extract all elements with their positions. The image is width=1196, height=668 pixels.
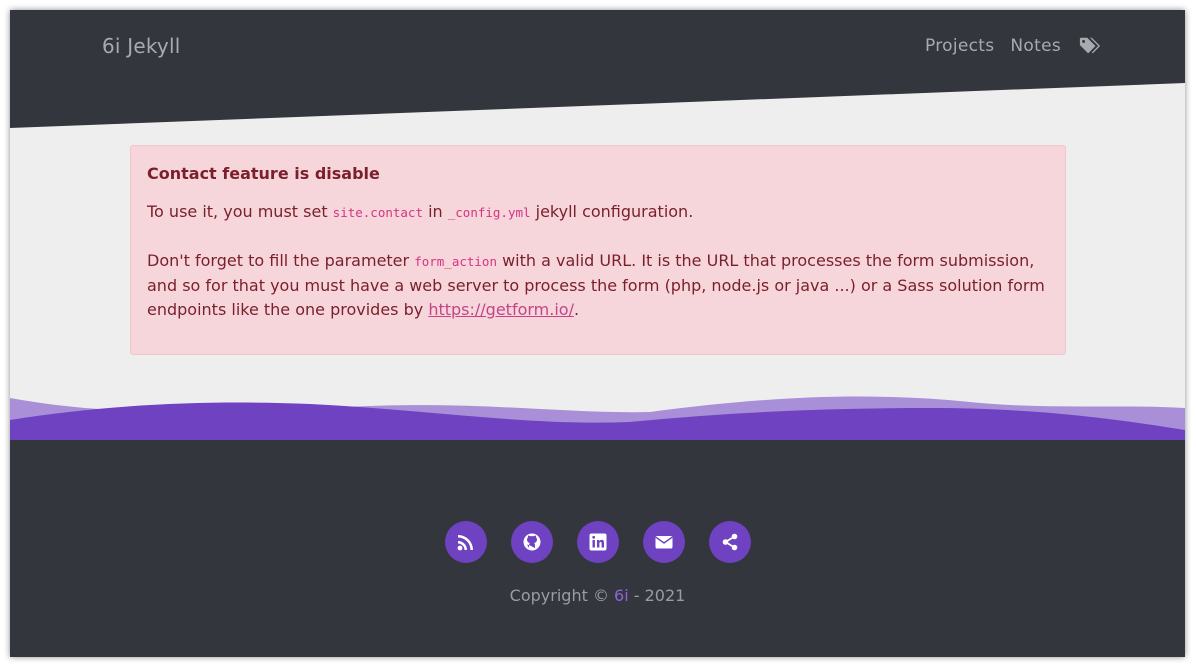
github-icon — [523, 533, 540, 551]
nav-link-notes[interactable]: Notes — [1010, 36, 1061, 56]
copyright-suffix: - 2021 — [628, 586, 686, 605]
rss-button[interactable] — [444, 521, 487, 563]
code-config-yml: _config.yml — [447, 205, 531, 220]
copyright-prefix: Copyright © — [509, 586, 615, 605]
site-brand[interactable]: 6i Jekyll — [102, 34, 180, 58]
alert-text: To use it, you must set — [147, 202, 333, 221]
rss-icon — [457, 535, 473, 551]
alert-text: jekyll configuration. — [530, 202, 694, 221]
email-button[interactable] — [642, 521, 685, 563]
contact-disabled-alert: Contact feature is disable To use it, yo… — [130, 145, 1066, 355]
main-nav: Projects Notes — [925, 36, 1101, 56]
header-background — [10, 10, 1185, 128]
code-form-action: form_action — [414, 254, 497, 269]
share-button[interactable] — [708, 521, 751, 563]
linkedin-icon — [589, 533, 606, 551]
code-site-contact: site.contact — [332, 205, 423, 220]
site-footer: Copyright © 6i - 2021 — [10, 440, 1185, 657]
alert-paragraph-form-action: Don't forget to fill the parameter form_… — [147, 249, 1049, 322]
tags-icon[interactable] — [1079, 36, 1101, 56]
linkedin-button[interactable] — [576, 521, 619, 563]
alert-text: in — [422, 202, 448, 221]
getform-link[interactable]: https://getform.io/ — [428, 300, 574, 319]
alert-title: Contact feature is disable — [147, 164, 380, 183]
nav-link-projects[interactable]: Projects — [925, 36, 994, 56]
alert-text: Don't forget to fill the parameter — [147, 251, 415, 270]
browser-viewport: 6i Jekyll Projects Notes Contact feature… — [10, 10, 1185, 657]
footer-waves — [10, 396, 1185, 441]
copyright-owner-link[interactable]: 6i — [614, 586, 629, 605]
copyright: Copyright © 6i - 2021 — [10, 586, 1185, 605]
social-links — [10, 521, 1185, 563]
alert-paragraph-config: To use it, you must set site.contact in … — [147, 200, 1049, 225]
share-icon — [722, 533, 737, 551]
github-button[interactable] — [510, 521, 553, 563]
envelope-icon — [654, 536, 673, 549]
alert-text: . — [573, 300, 580, 319]
